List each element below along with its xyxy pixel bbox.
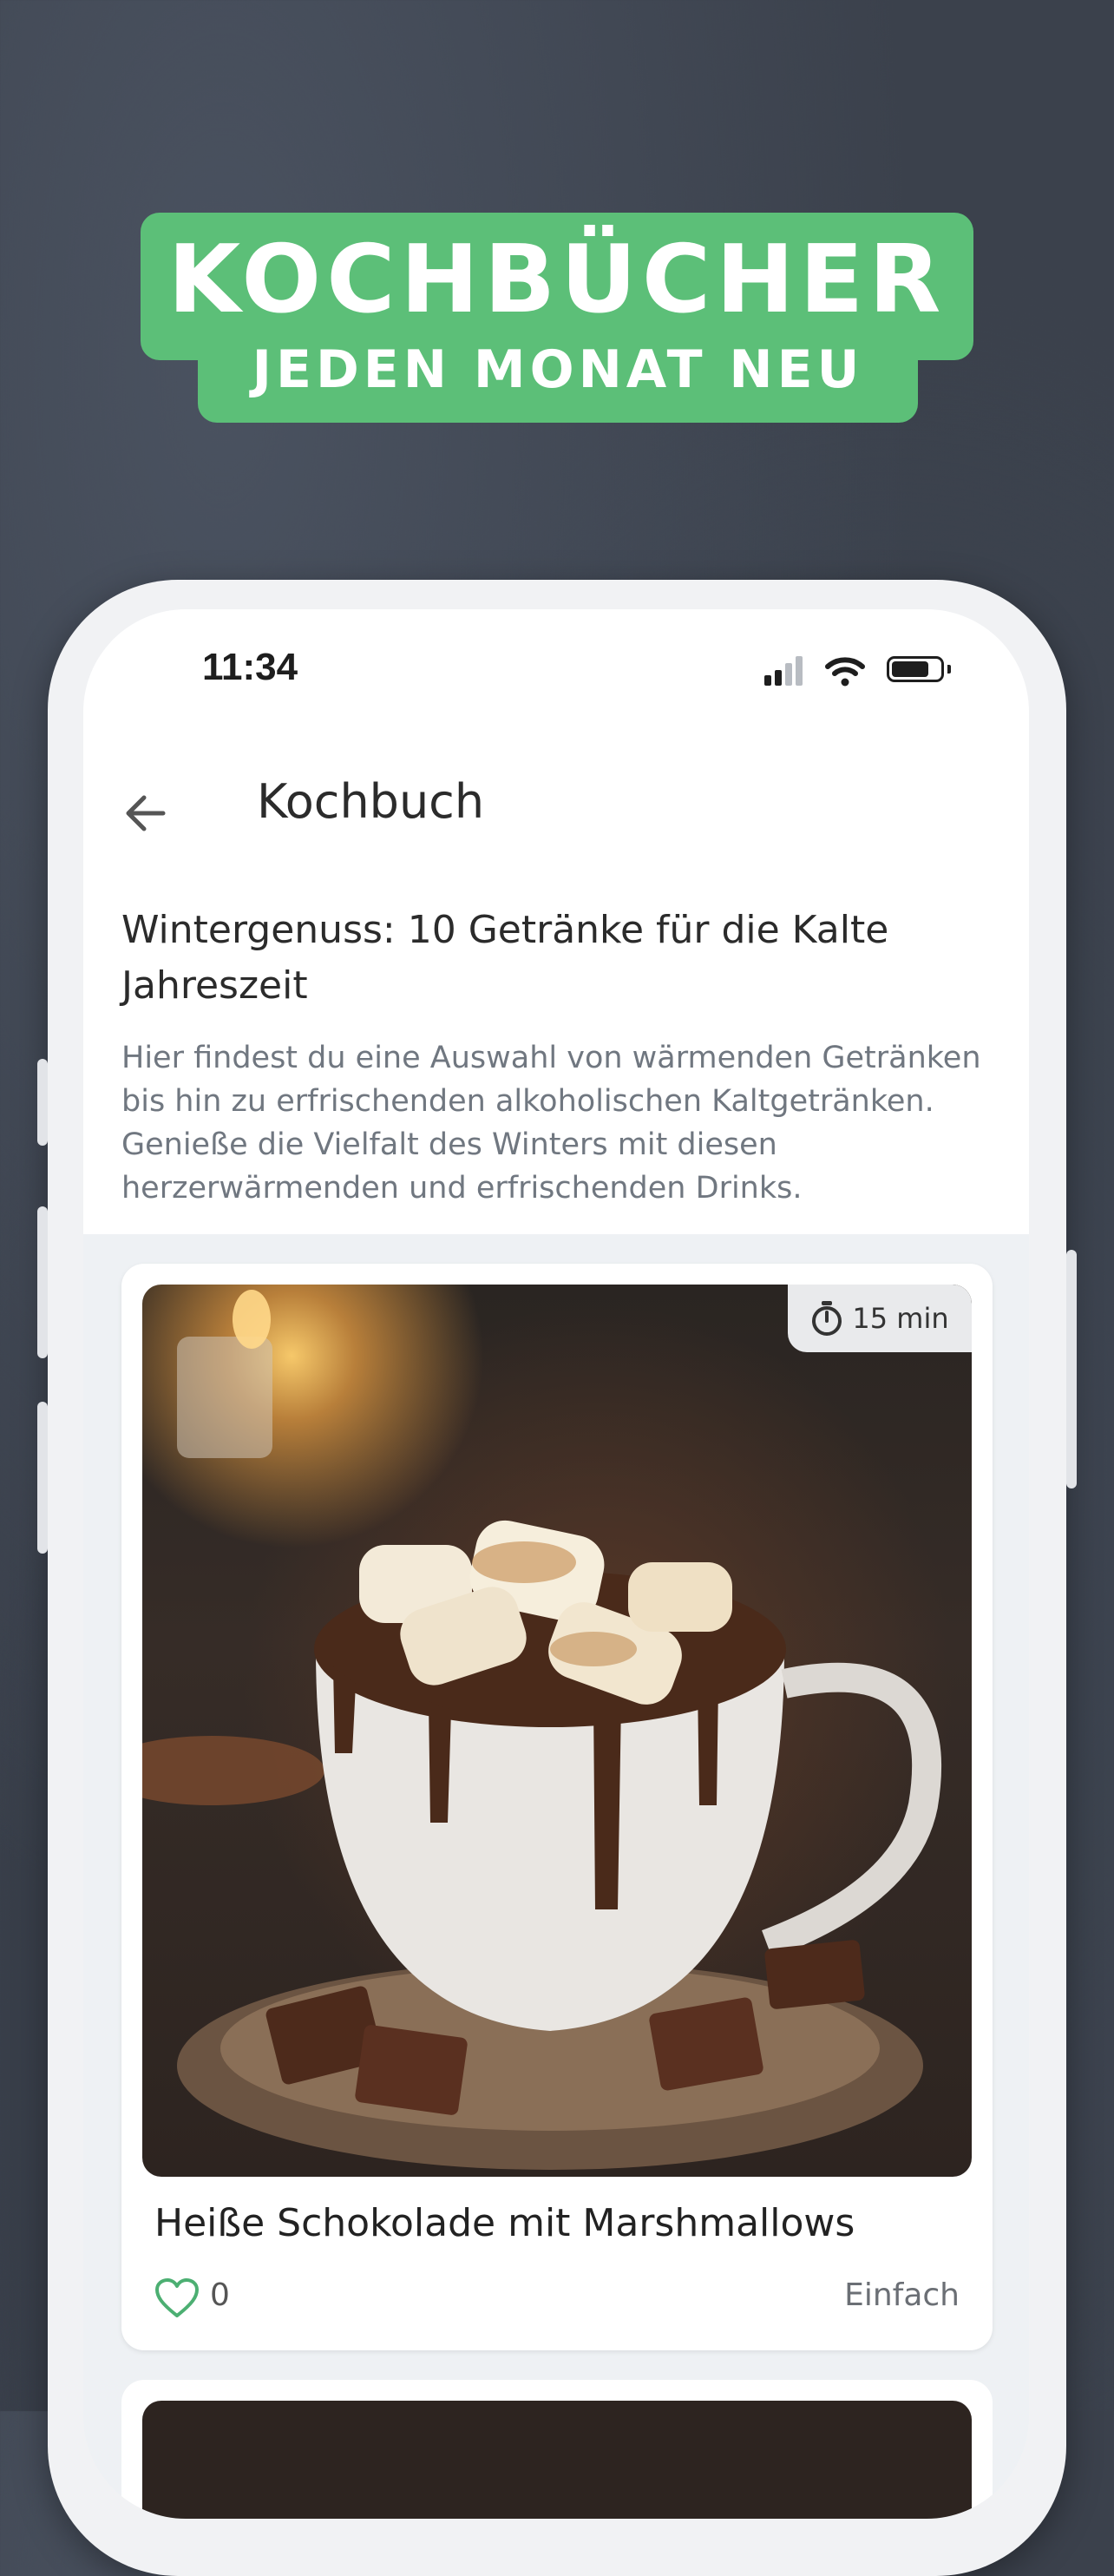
wifi-icon [825,657,865,687]
promo-subtitle: JEDEN MONAT NEU [252,339,864,400]
like-count: 0 [210,2277,230,2313]
cookbook-description: Hier findest du eine Auswahl von wärmend… [121,1041,981,1206]
difficulty-label: Einfach [844,2277,960,2313]
battery-icon [887,656,944,682]
cookbook-title: Wintergenuss: 10 Getränke für die Kalte … [121,908,889,1008]
phone-power-button [1066,1250,1077,1488]
recipe-image [142,2401,972,2519]
phone-side-button [37,1059,48,1146]
hot-chocolate-illustration [142,1290,941,2170]
stopwatch-icon [812,1301,842,1336]
phone-volume-down-button [37,1402,48,1554]
recipe-card[interactable] [121,2380,993,2519]
app-screen: 11:34 Kochbuch Wintergenuss: 10 Getränke… [83,609,1029,2519]
page-title: Kochbuch [257,774,485,829]
prep-time: 15 min [852,1302,949,1335]
status-time: 11:34 [202,646,298,688]
phone-volume-up-button [37,1206,48,1358]
promo-title: KOCHBÜCHER [167,226,947,334]
prep-time-badge: 15 min [788,1285,972,1352]
recipe-image: 15 min [142,1285,972,2177]
heart-icon[interactable] [154,2277,200,2319]
recipe-title: Heiße Schokolade mit Marshmallows [154,2201,855,2245]
recipe-card[interactable]: 15 min Heiße Schokolade mit Marshmallows… [121,1264,993,2350]
arrow-left-icon[interactable] [118,783,179,844]
